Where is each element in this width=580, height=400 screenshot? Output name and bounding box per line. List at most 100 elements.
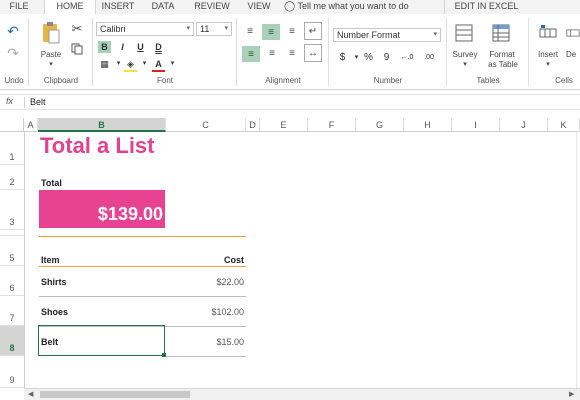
row-header-border <box>24 118 25 388</box>
tell-me-box[interactable]: ◯ Tell me what you want to do <box>284 0 424 14</box>
cut-icon[interactable]: ✂ <box>70 21 84 36</box>
decrease-decimal-button[interactable]: .00 <box>420 52 438 64</box>
column-header-e[interactable]: E <box>260 118 308 132</box>
scrollbar-thumb[interactable] <box>40 391 190 398</box>
row-header-9[interactable]: 9 <box>0 356 24 388</box>
copy-icon[interactable] <box>70 42 84 56</box>
formula-input[interactable]: Belt <box>30 97 46 107</box>
align-left-icon[interactable]: ≡ <box>242 46 260 62</box>
divider <box>328 18 329 86</box>
chevron-down-icon[interactable]: ▾ <box>138 58 151 70</box>
align-right-icon[interactable]: ≡ <box>284 46 300 60</box>
column-header-k[interactable]: K <box>548 118 580 132</box>
divider <box>528 18 529 86</box>
wrap-text-icon[interactable]: ↵ <box>304 22 322 40</box>
bold-button[interactable]: B <box>98 41 111 53</box>
column-header-i[interactable]: I <box>452 118 500 132</box>
row-divider <box>166 356 246 357</box>
fill-color-icon[interactable]: ◈ <box>124 58 137 70</box>
lightbulb-icon: ◯ <box>284 1 296 12</box>
item-name-cell[interactable]: Shoes <box>41 307 68 317</box>
item-cost-cell[interactable]: $102.00 <box>166 307 244 317</box>
borders-icon[interactable]: ▦ <box>98 58 111 70</box>
tab-file[interactable]: FILE <box>0 0 38 14</box>
column-header-d[interactable]: D <box>246 118 260 132</box>
survey-dropdown-icon[interactable]: ▾ <box>460 60 470 69</box>
font-color-button[interactable]: A <box>152 58 165 70</box>
double-underline-button[interactable]: D <box>152 41 165 53</box>
tab-review[interactable]: REVIEW <box>190 0 234 14</box>
redo-icon[interactable]: ↷ <box>5 45 21 61</box>
delete-cells-icon[interactable] <box>566 22 580 44</box>
survey-icon[interactable] <box>454 22 474 44</box>
column-header-h[interactable]: H <box>404 118 452 132</box>
scroll-left-icon[interactable]: ◀ <box>28 389 33 400</box>
scroll-right-icon[interactable]: ▶ <box>569 389 574 400</box>
paste-dropdown-icon[interactable]: ▾ <box>46 60 56 69</box>
divider <box>446 18 447 86</box>
column-header-f[interactable]: F <box>308 118 356 132</box>
tab-home[interactable]: HOME <box>44 0 96 14</box>
sheet-title[interactable]: Total a List <box>40 133 155 159</box>
alignment-group-label: Alignment <box>265 76 301 85</box>
formula-bar: fx Belt <box>0 94 580 110</box>
currency-button[interactable]: $ <box>336 52 349 64</box>
align-middle-icon[interactable]: ≡ <box>262 24 280 40</box>
function-icon[interactable]: fx <box>6 96 13 106</box>
align-center-icon[interactable]: ≡ <box>264 46 280 60</box>
italic-button[interactable]: I <box>116 41 129 53</box>
font-group-label: Font <box>156 76 173 85</box>
row-header-8[interactable]: 8 <box>0 326 24 356</box>
chevron-down-icon[interactable]: ▾ <box>166 58 179 70</box>
percent-button[interactable]: % <box>362 52 375 64</box>
font-size-dropdown[interactable]: 11 ▾ <box>196 22 232 36</box>
column-header-j[interactable]: J <box>500 118 548 132</box>
format-as-table-icon[interactable] <box>491 22 511 44</box>
font-size-value: 11 <box>200 24 210 34</box>
column-header-c[interactable]: C <box>166 118 246 132</box>
row-header-2[interactable]: 2 <box>0 165 24 190</box>
row-header-7[interactable]: 7 <box>0 296 24 326</box>
format-as-table-label-2: as Table <box>488 60 518 69</box>
item-name-cell[interactable]: Shirts <box>41 277 67 287</box>
item-cost-cell[interactable]: $15.00 <box>166 337 244 347</box>
item-header[interactable]: Item <box>41 255 60 265</box>
paste-icon <box>43 22 60 44</box>
row-header-1[interactable]: 1 <box>0 132 24 165</box>
align-top-icon[interactable]: ≡ <box>242 24 258 38</box>
tab-data[interactable]: DATA <box>143 0 183 14</box>
font-name-dropdown[interactable]: Calibri ▾ <box>96 22 194 36</box>
merge-center-icon[interactable]: ↔ <box>304 44 322 62</box>
insert-cells-icon[interactable] <box>538 22 558 44</box>
format-as-table-label-1: Format <box>489 50 515 59</box>
row-header-5[interactable]: 5 <box>0 236 24 266</box>
column-header-g[interactable]: G <box>356 118 404 132</box>
paste-label: Paste <box>40 50 62 59</box>
fill-handle[interactable] <box>162 353 166 357</box>
cost-header[interactable]: Cost <box>166 255 244 265</box>
item-cost-cell[interactable]: $22.00 <box>166 277 244 287</box>
divider <box>92 18 93 86</box>
paste-button[interactable] <box>40 20 62 46</box>
font-name-value: Calibri <box>100 24 126 34</box>
number-format-dropdown[interactable]: Number Format ▾ <box>333 28 441 42</box>
undo-icon[interactable]: ↶ <box>5 23 21 39</box>
column-header-a[interactable]: A <box>24 118 38 132</box>
row-header-3[interactable]: 3 <box>0 190 24 230</box>
active-cell-selection[interactable] <box>38 325 165 356</box>
edit-in-excel-button[interactable]: EDIT IN EXCEL <box>444 0 528 14</box>
horizontal-scrollbar[interactable]: ◀ ▶ <box>24 388 580 400</box>
insert-dropdown-icon[interactable]: ▾ <box>543 60 553 69</box>
align-bottom-icon[interactable]: ≡ <box>284 24 300 38</box>
select-all-corner[interactable] <box>0 118 24 132</box>
total-value-cell[interactable]: $139.00 <box>39 190 165 228</box>
column-header-b[interactable]: B <box>38 118 166 132</box>
comma-style-button[interactable]: 9 <box>380 52 393 64</box>
tab-insert[interactable]: INSERT <box>96 0 140 14</box>
row-header-6[interactable]: 6 <box>0 266 24 296</box>
increase-decimal-button[interactable]: ←.0 <box>398 52 416 64</box>
underline-button[interactable]: U <box>134 41 147 53</box>
tab-view[interactable]: VIEW <box>240 0 278 14</box>
number-format-value: Number Format <box>337 30 401 40</box>
total-label[interactable]: Total <box>41 178 62 188</box>
